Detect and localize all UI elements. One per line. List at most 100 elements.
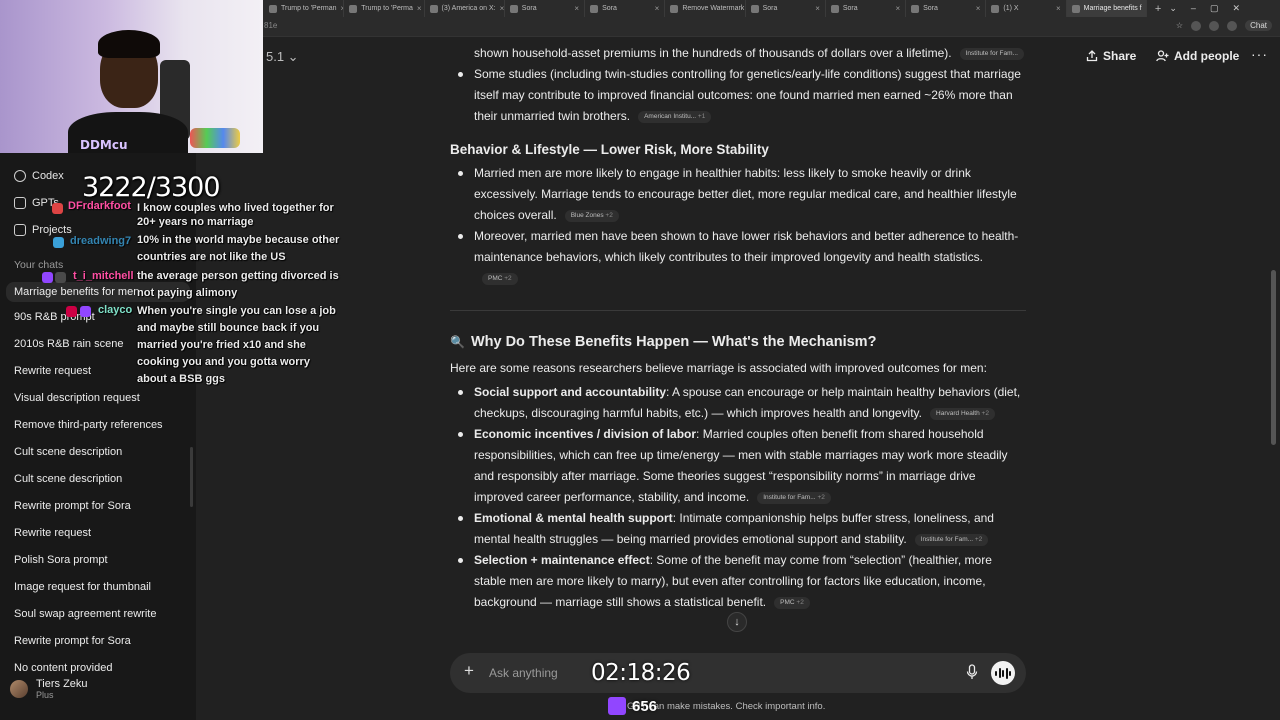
browser-tab[interactable]: Sora × <box>906 0 987 17</box>
citation-badge[interactable]: Institute for Fam... +2 <box>757 491 831 504</box>
citation-badge[interactable]: PMC +2 <box>482 272 518 285</box>
bullet-dot <box>458 72 463 77</box>
citation-badge[interactable]: PMC +2 <box>774 596 810 609</box>
citation-badge[interactable]: Institute for Fam... <box>959 47 1024 60</box>
more-options-icon[interactable]: ··· <box>1251 46 1268 62</box>
close-tab-icon[interactable]: × <box>815 4 820 13</box>
citation-label: Harvard Health <box>936 409 980 417</box>
tab-label: Trump to 'Perma <box>361 5 413 12</box>
chat-link[interactable]: Cult scene description <box>14 473 122 485</box>
chat-link[interactable]: Image request for thumbnail <box>14 581 151 593</box>
chat-link[interactable]: Remove third-party references <box>14 419 163 431</box>
chat-link[interactable]: Rewrite request <box>14 527 91 539</box>
tab-favicon-icon <box>509 4 518 13</box>
prompt-input[interactable]: Ask anything <box>489 666 558 680</box>
address-bar[interactable]: 81e ☆ Chat <box>260 17 1280 37</box>
close-tab-icon[interactable]: × <box>574 4 579 13</box>
maximize-icon[interactable]: ▢ <box>1210 3 1219 14</box>
browser-tab[interactable]: Sora × <box>505 0 586 17</box>
close-tab-icon[interactable]: × <box>417 4 422 13</box>
url-text[interactable]: 81e <box>264 21 277 30</box>
list-item-bold: Selection + maintenance effect <box>474 553 650 567</box>
new-tab-icon[interactable]: + <box>1147 3 1169 15</box>
add-attachment-icon[interactable]: + <box>464 661 474 681</box>
chat-link[interactable]: Visual description request <box>14 392 140 404</box>
extension-icon[interactable] <box>1191 20 1202 31</box>
chat-link[interactable]: Rewrite request <box>14 365 91 377</box>
chat-link[interactable]: Rewrite prompt for Sora <box>14 635 131 647</box>
list-item: Economic incentives / division of labor:… <box>474 424 1024 508</box>
browser-tab[interactable]: (3) America on X: × <box>425 0 505 17</box>
extension-icon[interactable] <box>1209 20 1220 31</box>
star-icon[interactable]: ☆ <box>1176 21 1183 30</box>
chat-message-line: 10% in the world maybe because other <box>137 234 340 246</box>
browser-tab[interactable]: Sora × <box>585 0 666 17</box>
chevron-down-icon[interactable]: ⌄ <box>1169 3 1177 14</box>
citation-badge[interactable]: Harvard Health +2 <box>930 407 995 420</box>
chat-message-line: When you're single you can lose a job <box>137 305 336 317</box>
scroll-to-bottom-button[interactable]: ↓ <box>727 612 747 632</box>
voice-mode-button[interactable] <box>991 661 1015 685</box>
chat-badge-icon <box>53 237 64 248</box>
close-tab-icon[interactable]: × <box>500 4 504 13</box>
close-tab-icon[interactable]: × <box>976 4 981 13</box>
chat-link[interactable]: 2010s R&B rain scene <box>14 338 123 350</box>
chat-link[interactable]: Polish Sora prompt <box>14 554 108 566</box>
model-selector[interactable]: 5.1 ⌄ <box>266 49 299 65</box>
minimize-icon[interactable]: – <box>1191 3 1196 14</box>
close-tab-icon[interactable]: × <box>895 4 900 13</box>
microphone-icon[interactable] <box>966 664 978 680</box>
citation-label: Institute for Fam... <box>920 535 974 543</box>
citation-count: +2 <box>796 598 804 606</box>
tab-label: Sora <box>762 5 778 12</box>
profile-icon[interactable] <box>1227 20 1238 31</box>
bullet-dot <box>458 234 463 239</box>
citation-label: PMC <box>780 598 795 606</box>
paragraph: Here are some reasons researchers believ… <box>450 361 987 375</box>
tab-favicon-icon <box>1071 4 1080 13</box>
browser-tab[interactable]: Sora × <box>826 0 907 17</box>
chat-badge-icon <box>66 306 77 317</box>
section-heading: 🔍 Why Do These Benefits Happen — What's … <box>450 334 876 350</box>
tab-favicon-icon <box>349 4 358 13</box>
browser-tab[interactable]: Trump to 'Perma × <box>344 0 425 17</box>
chat-link[interactable]: Rewrite prompt for Sora <box>14 500 131 512</box>
browser-tab[interactable]: (1) X × <box>986 0 1067 17</box>
citation-count: +2 <box>817 493 825 501</box>
browser-tab[interactable]: Remove Watermark× <box>665 0 746 17</box>
chat-link[interactable]: No content provided <box>14 662 112 674</box>
sidebar-item-codex[interactable]: Codex <box>14 170 64 182</box>
citation-badge[interactable]: American Institu... +1 <box>638 110 712 123</box>
tab-label: Sora <box>602 5 617 12</box>
browser-tab-active[interactable]: Marriage benefits f× <box>1066 0 1147 17</box>
magnifier-icon: 🔍 <box>450 335 465 349</box>
chat-message-line: 20+ years no marriage <box>137 216 254 228</box>
citation-badge[interactable]: Institute for Fam... +2 <box>914 533 989 546</box>
add-people-button[interactable]: Add people <box>1156 49 1239 63</box>
user-account-button[interactable]: Tiers Zeku Plus <box>10 678 88 700</box>
extensions-bar: ☆ Chat <box>1176 20 1272 31</box>
chat-link[interactable]: Cult scene description <box>14 446 122 458</box>
browser-tab[interactable]: Trump to 'Perman× <box>264 0 345 17</box>
chat-link[interactable]: Soul swap agreement rewrite <box>14 608 156 620</box>
list-item: Moreover, married men have been shown to… <box>474 226 1024 289</box>
close-tab-icon[interactable]: × <box>1056 4 1061 13</box>
tab-favicon-icon <box>830 4 839 13</box>
viewer-count-number: 656 <box>632 697 658 715</box>
add-people-label: Add people <box>1174 49 1240 63</box>
close-tab-icon[interactable]: × <box>655 4 660 13</box>
sidebar-item-projects[interactable]: Projects <box>14 224 72 236</box>
citation-badge[interactable]: Blue Zones +2 <box>564 209 619 222</box>
share-button[interactable]: Share <box>1086 49 1136 63</box>
sidebar-scrollbar[interactable] <box>190 447 193 507</box>
close-window-icon[interactable]: ✕ <box>1232 3 1240 14</box>
divider <box>450 310 1026 311</box>
list-item-bold: Economic incentives / division of labor <box>474 427 697 441</box>
avatar <box>10 680 28 698</box>
list-item: Selection + maintenance effect: Some of … <box>474 550 1024 613</box>
main-scrollbar[interactable] <box>1271 270 1276 445</box>
chat-extension-button[interactable]: Chat <box>1245 20 1272 31</box>
webcam-toy <box>190 128 240 148</box>
your-chats-heading: Your chats <box>14 259 64 271</box>
browser-tab[interactable]: Sora × <box>746 0 826 17</box>
